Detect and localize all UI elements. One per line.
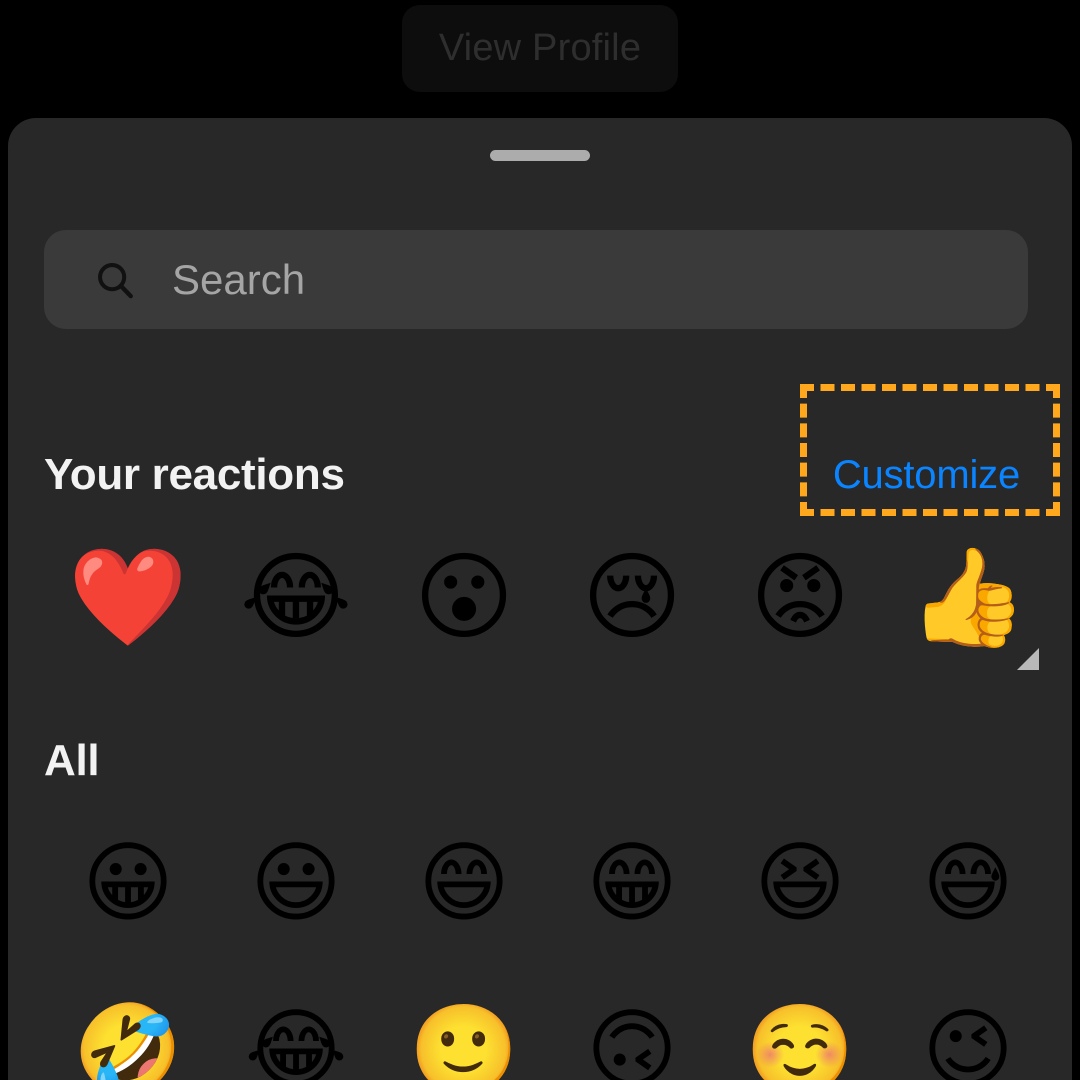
emoji-beaming-face-with-smiling-eyes[interactable]: 😁 [548, 823, 716, 943]
emoji-winking-face[interactable]: 😉 [884, 990, 1052, 1080]
all-emoji-row: 😀 😃 😄 😁 😆 😅 [44, 823, 1054, 943]
emoji-bottom-sheet: Your reactions Customize ❤️😂😮😢😡👍 All 😀😃😄… [8, 118, 1072, 1080]
all-title: All [44, 736, 100, 785]
sheet-drag-handle[interactable] [490, 150, 590, 161]
emoji-thumbs-up[interactable]: 👍 [884, 537, 1052, 657]
emoji-crying-face[interactable]: 😢 [548, 537, 716, 657]
your-reactions-header: Your reactions Customize [44, 450, 1028, 500]
your-reactions-row: ❤️ 😂 😮 😢 😡 👍 [44, 537, 1054, 657]
emoji-grinning-face-with-smiling-eyes[interactable]: 😄 [380, 823, 548, 943]
emoji-grinning-squinting-face[interactable]: 😆 [716, 823, 884, 943]
emoji-picker-screen: View Profile Your reactions Customize ❤️… [0, 0, 1080, 1080]
emoji-smiling-face[interactable]: ☺️ [716, 990, 884, 1080]
emoji-face-with-open-mouth[interactable]: 😮 [380, 537, 548, 657]
cursor-triangle [1017, 648, 1039, 670]
emoji-rolling-on-the-floor-laughing[interactable]: 🤣 [44, 990, 212, 1080]
emoji-slightly-smiling-face[interactable]: 🙂 [380, 990, 548, 1080]
emoji-upside-down-face[interactable]: 🙃 [548, 990, 716, 1080]
all-header: All [44, 736, 1028, 786]
view-profile-button[interactable]: View Profile [402, 5, 678, 92]
app-backdrop: View Profile [0, 0, 1080, 120]
emoji-face-with-tears-of-joy[interactable]: 😂 [212, 990, 380, 1080]
view-profile-label: View Profile [438, 27, 642, 69]
all-emoji-row: 🤣 😂 🙂 🙃 ☺️ 😉 [44, 990, 1054, 1080]
emoji-grinning-face-with-big-eyes[interactable]: 😃 [212, 823, 380, 943]
emoji-grinning-face-with-sweat[interactable]: 😅 [884, 823, 1052, 943]
search-input[interactable] [172, 249, 1028, 310]
emoji-red-heart[interactable]: ❤️ [44, 537, 212, 657]
emoji-pouting-face[interactable]: 😡 [716, 537, 884, 657]
search-bar[interactable] [44, 230, 1028, 329]
emoji-grinning-face[interactable]: 😀 [44, 823, 212, 943]
search-icon [98, 262, 133, 298]
emoji-face-with-tears-of-joy[interactable]: 😂 [212, 537, 380, 657]
your-reactions-title: Your reactions [44, 450, 345, 499]
customize-button[interactable]: Customize [833, 453, 1020, 498]
